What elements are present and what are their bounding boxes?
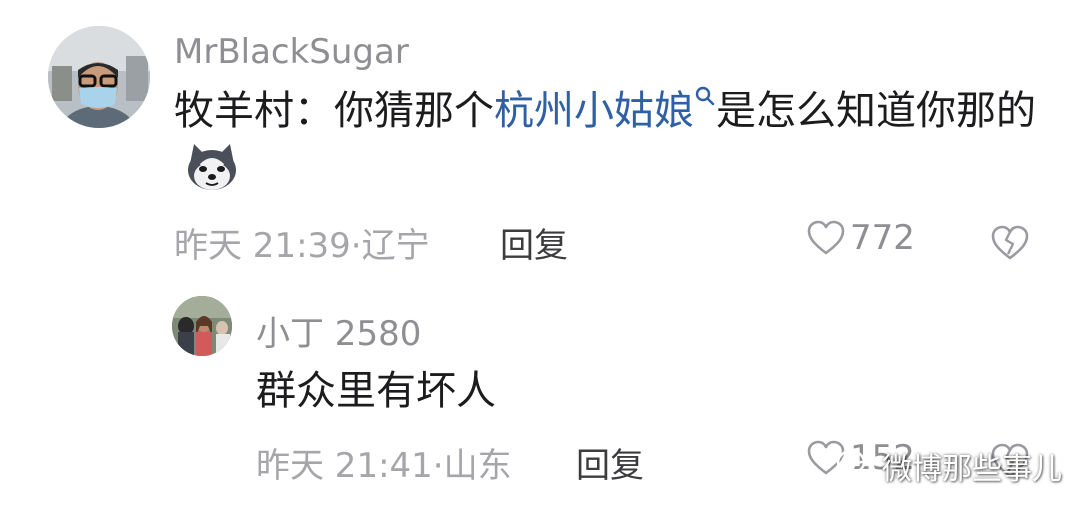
comment-text: 牧羊村：你猜那个杭州小姑娘 是怎么知道你那的 <box>174 82 1044 198</box>
topic-link[interactable]: 杭州小姑娘 <box>494 88 694 134</box>
comment-time: 昨天 21:39 <box>174 226 351 266</box>
reply-time: 昨天 21:41 <box>256 446 433 486</box>
avatar[interactable] <box>48 26 150 128</box>
reply-button[interactable]: 回复 <box>500 218 568 267</box>
comment-text-suffix: 是怎么知道你那的 <box>716 88 1036 134</box>
like-count: 772 <box>850 218 915 258</box>
comment-text-prefix: 牧羊村：你猜那个 <box>174 88 494 134</box>
broken-heart-icon <box>991 225 1029 260</box>
user-photo <box>48 26 150 128</box>
search-icon[interactable] <box>694 82 716 122</box>
comment-thread: MrBlackSugar 牧羊村：你猜那个杭州小姑娘 是怎么知道你那的 昨天 21… <box>0 0 1080 511</box>
user-photo <box>172 296 232 356</box>
comment-location: 辽宁 <box>361 226 430 266</box>
reply-avatar[interactable] <box>172 296 232 356</box>
watermark-text: 微博那些事儿 <box>882 452 1062 487</box>
reply-text: 群众里有坏人 <box>256 368 496 414</box>
reply-username[interactable]: 小丁 2580 <box>256 306 421 355</box>
watermark: 微博那些事儿 <box>836 444 1062 488</box>
dislike-button[interactable] <box>990 224 1030 262</box>
wechat-icon <box>836 449 876 482</box>
reply-location: 山东 <box>443 446 512 486</box>
comment-username[interactable]: MrBlackSugar <box>174 32 409 72</box>
husky-dog-emoji-icon <box>184 142 240 192</box>
comment-meta: 昨天 21:39·辽宁 <box>174 226 430 266</box>
like-button[interactable]: 772 <box>806 218 915 258</box>
reply-reply-button[interactable]: 回复 <box>576 438 644 487</box>
reply-meta: 昨天 21:41·山东 <box>256 446 512 486</box>
heart-icon <box>807 220 845 255</box>
